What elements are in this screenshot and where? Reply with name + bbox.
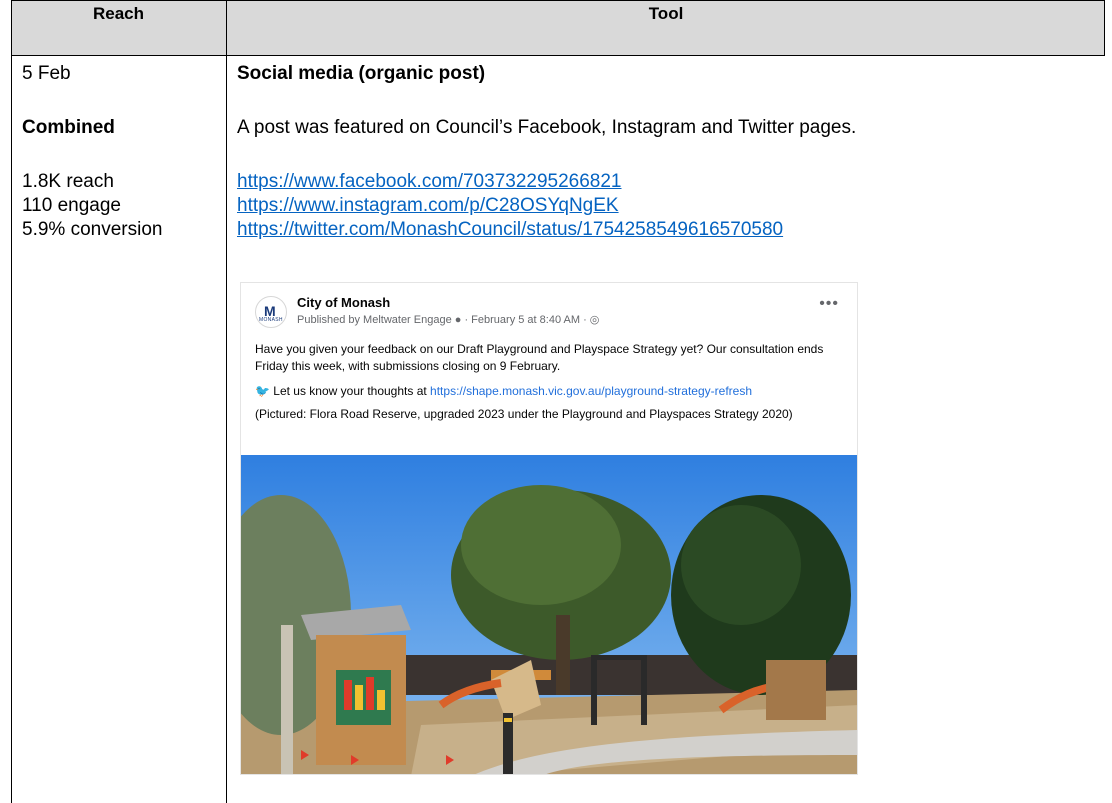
tool-description: A post was featured on Council’s Faceboo… [237,117,857,138]
logo-subtext: MONASH [259,317,283,323]
playground-photo [241,455,857,774]
city-of-monash-logo: M MONASH [255,296,287,328]
header-reach: Reach [92,4,145,23]
ellipsis-icon: ••• [819,295,839,312]
table-border-left [11,0,12,803]
reach-combined-label: Combined [22,117,115,138]
post-page-name: City of Monash [297,295,391,310]
post-paragraph-2-text: Let us know your thoughts at [273,384,431,398]
reach-stat-engage: 110 engage [22,195,121,216]
post-paragraph-1: Have you given your feedback on our Draf… [255,342,824,373]
header-tool: Tool [648,4,684,23]
post-paragraph-3: (Pictured: Flora Road Reserve, upgraded … [255,407,793,421]
table-border-right [1104,0,1105,56]
facebook-post-screenshot: M MONASH City of Monash Published by Mel… [240,282,858,775]
twitter-link[interactable]: https://twitter.com/MonashCouncil/status… [237,218,783,242]
post-paragraph-2: 🐦 Let us know your thoughts at https://s… [255,383,845,400]
facebook-link[interactable]: https://www.facebook.com/703732295266821 [237,170,622,194]
tool-title: Social media (organic post) [237,63,486,84]
bird-emoji-icon: 🐦 [255,384,274,398]
reach-stat-conversion: 5.9% conversion [22,219,163,240]
instagram-link[interactable]: https://www.instagram.com/p/C28OSYqNgEK [237,194,619,218]
table-column-divider [226,0,227,803]
post-meta: Published by Meltwater Engage ● · Februa… [297,314,600,326]
post-link: https://shape.monash.vic.gov.au/playgrou… [430,384,752,398]
reach-stat-reach: 1.8K reach [22,171,114,192]
reach-date: 5 Feb [22,63,71,84]
